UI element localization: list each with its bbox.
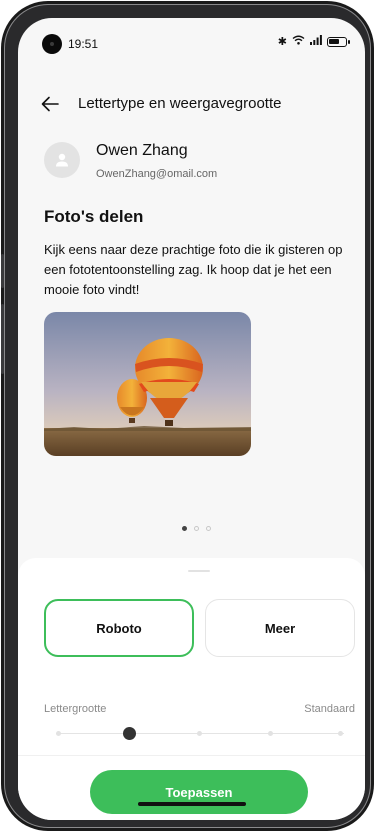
sheet-handle[interactable] xyxy=(188,570,210,572)
page-title: Lettertype en weergavegrootte xyxy=(78,95,282,112)
font-option-more[interactable]: Meer xyxy=(205,599,355,657)
volume-up-button xyxy=(1,254,4,288)
avatar xyxy=(44,142,80,178)
divider xyxy=(18,755,365,756)
font-size-label: Lettergrootte xyxy=(44,703,107,715)
font-size-slider[interactable] xyxy=(56,726,344,742)
signal-icon xyxy=(310,35,322,48)
sender-email: OwenZhang@omail.com xyxy=(96,168,218,180)
apply-button[interactable]: Toepassen xyxy=(90,770,308,814)
sender-name: Owen Zhang xyxy=(96,142,188,159)
page-indicator xyxy=(182,526,211,531)
slider-stop[interactable] xyxy=(56,731,61,736)
home-indicator[interactable] xyxy=(138,802,246,806)
status-time: 19:51 xyxy=(68,37,99,51)
post-body: Kijk eens naar deze prachtige foto die i… xyxy=(44,242,343,297)
slider-stop[interactable] xyxy=(267,731,273,736)
font-option-roboto[interactable]: Roboto xyxy=(44,599,194,657)
font-size-value: Standaard xyxy=(304,703,355,715)
post-title: Foto's delen xyxy=(44,207,144,226)
battery-icon xyxy=(327,36,350,47)
back-button[interactable] xyxy=(40,90,64,118)
person-icon xyxy=(56,153,68,167)
wifi-icon xyxy=(292,35,305,48)
slider-thumb[interactable] xyxy=(122,727,136,740)
slider-stop[interactable] xyxy=(338,731,343,736)
arrow-left-icon xyxy=(41,96,59,112)
screen: 19:51 ✱ Lettertype en weergavegrootte Ow… xyxy=(18,18,365,820)
volume-down-button xyxy=(1,304,4,374)
hot-air-balloons-photo xyxy=(44,312,251,456)
page-dot-2[interactable] xyxy=(194,526,199,531)
page-dot-1[interactable] xyxy=(182,526,187,531)
slider-stop[interactable] xyxy=(197,731,202,736)
phone-frame: 19:51 ✱ Lettertype en weergavegrootte Ow… xyxy=(1,4,371,828)
status-icons: ✱ xyxy=(277,35,350,48)
front-camera xyxy=(42,34,62,54)
settings-sheet: Roboto Meer Lettergrootte Standaard Toep… xyxy=(18,558,365,820)
status-bar: 19:51 ✱ xyxy=(18,18,365,64)
page-dot-3[interactable] xyxy=(206,526,211,531)
bluetooth-icon: ✱ xyxy=(277,36,287,48)
app-header: Lettertype en weergavegrootte xyxy=(18,90,365,118)
